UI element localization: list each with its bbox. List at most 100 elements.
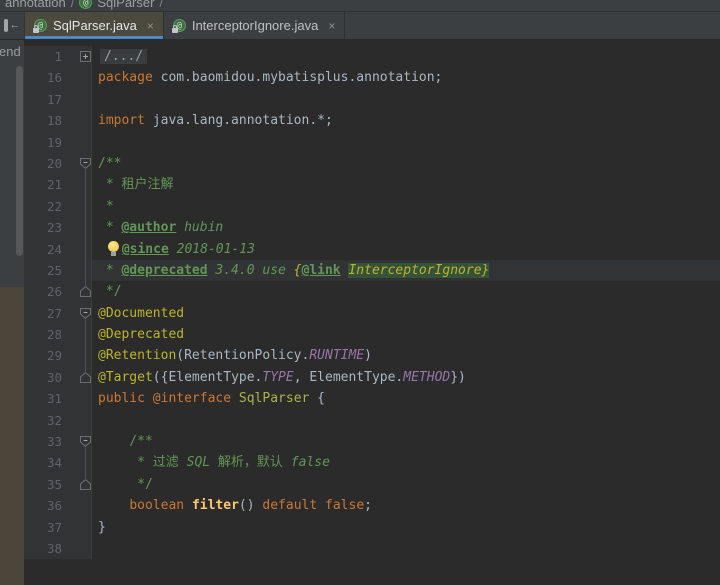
code-text[interactable]: boolean filter() default false; [92, 495, 720, 516]
code-line-32[interactable]: 32 [24, 410, 720, 431]
fold-marker-up[interactable] [70, 281, 92, 302]
code-text[interactable]: * @deprecated 3.4.0 use {@link Intercept… [92, 260, 720, 281]
scroll-to-source-button[interactable]: ← [0, 12, 25, 39]
code-line-20[interactable]: 20 /** [24, 153, 720, 174]
code-text[interactable]: } [92, 517, 720, 538]
tab-interceptorignore[interactable]: @ InterceptorIgnore.java × [164, 12, 345, 39]
code-line-18[interactable]: 18 import java.lang.annotation.*; [24, 110, 720, 131]
line-number[interactable]: 22 [24, 196, 70, 217]
code-line-38[interactable]: 38 [24, 538, 720, 559]
code-text[interactable]: */ [92, 474, 720, 495]
code-text[interactable]: */ [92, 281, 720, 302]
code-line-37[interactable]: 37} [24, 517, 720, 538]
code-text[interactable]: @Target({ElementType.TYPE, ElementType.M… [92, 367, 720, 388]
line-number[interactable]: 38 [24, 538, 70, 559]
code-text[interactable] [92, 89, 720, 110]
line-number[interactable]: 24 [24, 239, 70, 260]
code-line-22[interactable]: 22 * [24, 196, 720, 217]
line-number[interactable]: 25 [24, 260, 70, 281]
line-number[interactable]: 20 [24, 153, 70, 174]
code-text[interactable]: /** [92, 431, 720, 452]
line-number[interactable]: 37 [24, 517, 70, 538]
code-line-27[interactable]: 27 @Documented [24, 303, 720, 324]
line-number[interactable]: 26 [24, 281, 70, 302]
code-text[interactable]: import java.lang.annotation.*; [92, 110, 720, 131]
annotation-class-icon: @ [79, 0, 92, 9]
fold-marker-down[interactable] [70, 303, 92, 324]
line-number[interactable]: 1 [24, 46, 70, 67]
code-line-33[interactable]: 33 /** [24, 431, 720, 452]
code-text[interactable]: public @interface SqlParser { [92, 388, 720, 409]
code-line-26[interactable]: 26 */ [24, 281, 720, 302]
line-number[interactable]: 31 [24, 388, 70, 409]
fold-marker-plus[interactable] [70, 46, 92, 67]
code-line-17[interactable]: 17 [24, 89, 720, 110]
code-segment: (RetentionPolicy. [176, 348, 309, 363]
line-number[interactable]: 30 [24, 367, 70, 388]
code-text[interactable]: * @author hubin [92, 217, 720, 238]
line-number[interactable]: 21 [24, 174, 70, 195]
code-line-36[interactable]: 36 boolean filter() default false; [24, 495, 720, 516]
line-number[interactable]: 19 [24, 132, 70, 153]
code-text[interactable]: @Retention(RetentionPolicy.RUNTIME) [92, 345, 720, 366]
code-text[interactable]: @Documented [92, 303, 720, 324]
fold-column [70, 67, 92, 88]
code-text[interactable]: /** [92, 153, 720, 174]
code-segment: @interface [153, 391, 231, 406]
code-line-30[interactable]: 30 @Target({ElementType.TYPE, ElementType… [24, 367, 720, 388]
code-line-28[interactable]: 28 @Deprecated [24, 324, 720, 345]
breadcrumb-item-annotation[interactable]: annotation [5, 0, 66, 10]
code-line-1[interactable]: 1 /.../ [24, 46, 720, 67]
code-segment: * 过滤 [98, 455, 187, 470]
fold-marker-down[interactable] [70, 431, 92, 452]
line-number[interactable]: 32 [24, 410, 70, 431]
line-number[interactable]: 18 [24, 110, 70, 131]
line-number[interactable]: 27 [24, 303, 70, 324]
fold-column [70, 260, 92, 281]
line-number[interactable]: 36 [24, 495, 70, 516]
line-number[interactable]: 17 [24, 89, 70, 110]
tab-sqlparser[interactable]: @ SqlParser.java × [25, 12, 164, 39]
code-text[interactable]: @since 2018-01-13 [92, 239, 720, 260]
code-segment: /** [98, 434, 153, 449]
code-line-23[interactable]: 23 * @author hubin [24, 217, 720, 238]
code-line-24[interactable]: 24 @since 2018-01-13 [24, 239, 720, 260]
lightbulb-icon[interactable] [108, 241, 120, 256]
line-number[interactable]: 33 [24, 431, 70, 452]
line-number[interactable]: 28 [24, 324, 70, 345]
line-number[interactable]: 29 [24, 345, 70, 366]
code-text[interactable] [92, 132, 720, 153]
code-text[interactable]: * 租户注解 [92, 174, 720, 195]
code-line-19[interactable]: 19 [24, 132, 720, 153]
code-text[interactable]: package com.baomidou.mybatisplus.annotat… [92, 67, 720, 88]
code-text[interactable]: * 过滤 SQL 解析，默认 false [92, 452, 720, 473]
code-text[interactable]: @Deprecated [92, 324, 720, 345]
code-line-34[interactable]: 34 * 过滤 SQL 解析，默认 false [24, 452, 720, 473]
code-line-31[interactable]: 31 public @interface SqlParser { [24, 388, 720, 409]
line-number[interactable]: 34 [24, 452, 70, 473]
breadcrumb-item-sqlparser[interactable]: SqlParser [97, 0, 154, 10]
code-text[interactable] [92, 410, 720, 431]
code-line-29[interactable]: 29 @Retention(RetentionPolicy.RUNTIME) [24, 345, 720, 366]
code-line-16[interactable]: 16 package com.baomidou.mybatisplus.annot… [24, 67, 720, 88]
code-segment: * [98, 220, 121, 235]
line-number[interactable]: 35 [24, 474, 70, 495]
code-text[interactable]: * [92, 196, 720, 217]
line-number[interactable]: 23 [24, 217, 70, 238]
code-segment: { [294, 263, 302, 278]
code-line-35[interactable]: 35 */ [24, 474, 720, 495]
line-number[interactable]: 16 [24, 67, 70, 88]
code-text[interactable]: /.../ [92, 46, 720, 67]
fold-marker-down[interactable] [70, 153, 92, 174]
code-line-25[interactable]: 25 * @deprecated 3.4.0 use {@link Interc… [24, 260, 720, 281]
fold-marker-up[interactable] [70, 474, 92, 495]
tab-close-icon[interactable]: × [147, 19, 154, 33]
code-text[interactable] [92, 538, 720, 559]
code-editor[interactable]: 1 /.../ 16 package com.baomidou.mybatisplus… [24, 40, 720, 585]
tab-label: SqlParser.java [53, 18, 137, 33]
code-line-21[interactable]: 21 * 租户注解 [24, 174, 720, 195]
panel-scrollbar[interactable] [16, 66, 23, 256]
code-segment: SQL [187, 455, 210, 470]
fold-marker-up[interactable] [70, 367, 92, 388]
tab-close-icon[interactable]: × [328, 19, 335, 33]
